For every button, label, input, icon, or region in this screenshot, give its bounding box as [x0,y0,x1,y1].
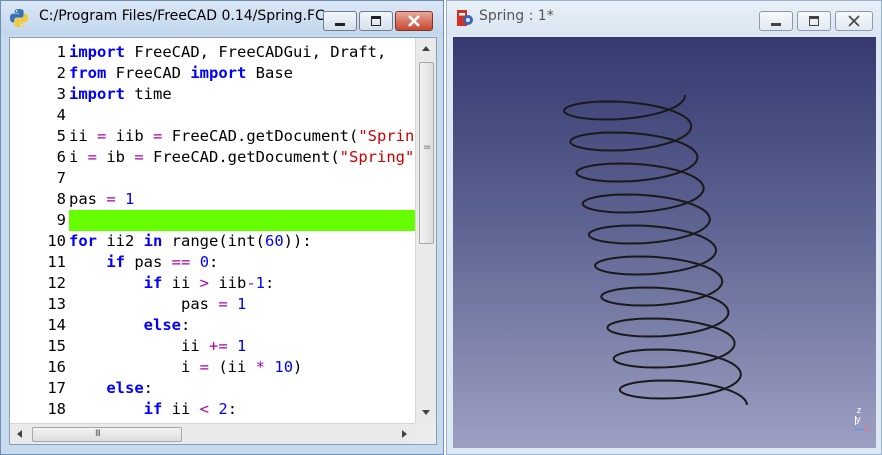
code-line[interactable]: 9 [10,210,415,231]
code-line[interactable]: 8 pas = 1 [10,189,415,210]
line-number: 13 [47,295,66,313]
view-title: Spring : 1* [479,8,554,24]
line-number: 10 [47,232,66,250]
scroll-up-icon[interactable] [422,46,430,51]
line-text [69,168,415,189]
scrollbar-corner [415,423,436,444]
line-number: 8 [56,190,66,208]
line-text: pas = 1 [69,190,135,208]
code-line[interactable]: 11 if pas == 0: [10,252,415,273]
editor-maximize-button[interactable] [359,11,393,31]
spring-model [563,94,748,406]
line-number: 18 [47,400,66,418]
editor-title-bar[interactable]: C:/Program Files/FreeCAD 0.14/Spring.FC.… [1,1,443,35]
minimize-icon [771,22,781,26]
code-editor[interactable]: 1 import FreeCAD, FreeCADGui, Draft, 2 from… [9,37,437,445]
code-line[interactable]: 15 ii += 1 [10,336,415,357]
editor-title: C:/Program Files/FreeCAD 0.14/Spring.FC.… [39,8,339,24]
freecad-icon [457,10,473,26]
horizontal-scrollbar[interactable]: III [10,423,416,444]
line-number: 14 [47,316,66,334]
line-number: 6 [56,148,66,166]
code-line[interactable]: 5ii = iib = FreeCAD.getDocument("Spring"… [10,126,415,147]
code-line[interactable]: 14 else: [10,315,415,336]
code-line[interactable]: 16 i = (ii * 10) [10,357,415,378]
view-close-button[interactable] [835,11,873,31]
close-icon [848,15,860,27]
line-text: else: [143,316,191,334]
close-icon [408,15,420,27]
code-line[interactable]: 10 for ii2 in range(int(60)): [10,231,415,252]
code-line[interactable]: 12 if ii > iib-1: [10,273,415,294]
line-text: if ii > iib-1: [143,274,275,292]
python-icon [10,9,28,27]
line-text: from FreeCAD import Base [69,64,293,82]
vertical-scroll-thumb[interactable]: = [419,62,434,244]
line-number: 3 [56,85,66,103]
3d-view-window: Spring : 1* z y x [446,0,882,455]
code-line[interactable]: 6i = ib = FreeCAD.getDocument("Spring") [10,147,415,168]
vertical-scrollbar[interactable]: = [415,38,436,424]
line-text: import FreeCAD, FreeCADGui, Draft, [69,43,387,61]
view-title-bar[interactable]: Spring : 1* [447,1,881,35]
line-text [69,210,415,231]
scroll-left-icon[interactable] [17,430,22,438]
code-line[interactable]: 3 import time [10,84,415,105]
line-text: for ii2 in range(int(60)): [69,232,312,250]
code-line[interactable]: 13 pas = 1 [10,294,415,315]
maximize-icon [809,16,819,26]
maximize-icon [371,16,381,26]
code-line[interactable]: 2 from FreeCAD import Base [10,63,415,84]
line-text: i = (ii * 10) [69,358,303,376]
line-text: ii += 1 [69,337,247,355]
line-number: 16 [47,358,66,376]
line-number: 1 [56,43,66,61]
editor-minimize-button[interactable] [323,11,357,31]
axis-y-label: y [855,415,861,425]
line-number: 4 [56,106,66,124]
code-line[interactable]: 7 [10,168,415,189]
code-line[interactable]: 17 else: [10,378,415,399]
view-maximize-button[interactable] [797,11,831,31]
line-text: i = ib = FreeCAD.getDocument("Spring") [69,148,415,166]
line-number: 17 [47,379,66,397]
line-number: 2 [56,64,66,82]
scroll-down-icon[interactable] [422,410,430,415]
line-text: if pas == 0: [106,253,219,271]
line-text: else: [106,379,153,397]
axis-indicator: z y x [854,407,869,434]
code-lines: 1 import FreeCAD, FreeCADGui, Draft, 2 from… [10,42,415,420]
line-number: 15 [47,337,66,355]
axis-x-label: x [863,424,869,434]
scroll-grip: = [423,142,432,153]
code-line[interactable]: 4 [10,105,415,126]
minimize-icon [335,22,345,26]
scroll-grip: III [95,429,101,439]
line-number: 9 [56,211,66,229]
view-minimize-button[interactable] [759,11,793,31]
macro-editor-window: C:/Program Files/FreeCAD 0.14/Spring.FC.… [0,0,444,455]
line-number: 5 [56,127,66,145]
code-line[interactable]: 18 if ii < 2: [10,399,415,420]
3d-viewport[interactable]: z y x [453,37,876,448]
code-line[interactable]: 1 import FreeCAD, FreeCADGui, Draft, [10,42,415,63]
horizontal-scroll-thumb[interactable]: III [32,427,182,442]
line-text: if ii < 2: [143,400,238,418]
helix-curve [563,94,748,406]
line-text: ii = iib = FreeCAD.getDocument("Spring") [69,127,415,145]
line-number: 11 [47,253,66,271]
line-text: import time [69,85,172,103]
line-text: pas = 1 [69,295,247,313]
editor-close-button[interactable] [395,11,433,31]
line-number: 7 [56,169,66,187]
axis-line [854,429,864,430]
line-text [69,105,415,126]
scroll-right-icon[interactable] [402,430,407,438]
line-number: 12 [47,274,66,292]
